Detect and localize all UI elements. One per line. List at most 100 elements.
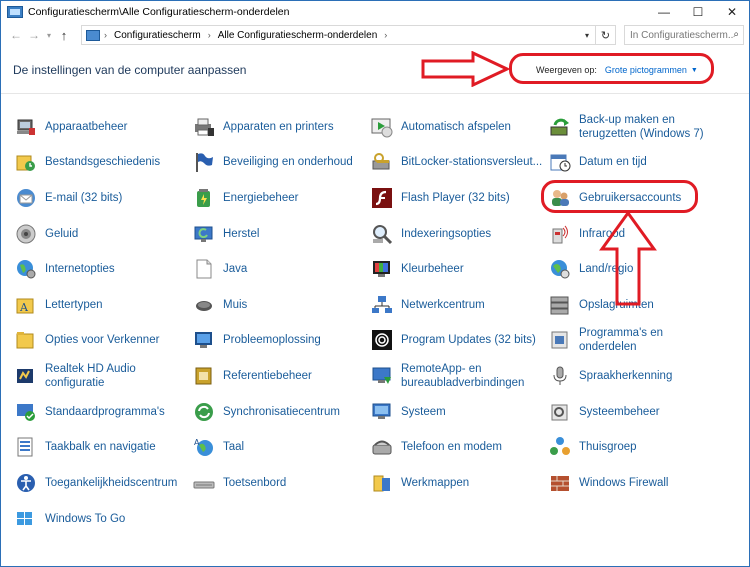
- item-program-updates[interactable]: Program Updates (32 bits): [371, 325, 536, 355]
- item-language[interactable]: A Taal: [193, 432, 244, 462]
- system-icon: [371, 401, 393, 423]
- item-java[interactable]: Java: [193, 254, 247, 284]
- credential-manager-icon: [193, 365, 215, 387]
- item-homegroup[interactable]: Thuisgroep: [549, 432, 637, 462]
- item-label: Indexeringsopties: [401, 228, 492, 240]
- item-flash-player[interactable]: Flash Player (32 bits): [371, 183, 510, 213]
- item-recovery[interactable]: Herstel: [193, 219, 259, 249]
- item-label: Herstel: [223, 228, 260, 240]
- security-flag-icon: [193, 151, 215, 173]
- item-label: Programma's en onderdelen: [579, 327, 664, 353]
- bitlocker-icon: [371, 151, 393, 173]
- item-device-manager[interactable]: Apparaatbeheer: [15, 112, 127, 142]
- svg-text:A: A: [19, 301, 29, 314]
- item-label: Standaardprogramma's: [45, 406, 165, 418]
- item-security-maintenance[interactable]: Beveiliging en onderhoud: [193, 147, 353, 177]
- backup-icon: [549, 116, 571, 138]
- infrared-icon: [549, 223, 571, 245]
- item-system[interactable]: Systeem: [371, 397, 446, 427]
- item-remoteapp[interactable]: RemoteApp- en bureaubladverbindingen: [371, 361, 524, 391]
- java-icon: [193, 258, 215, 280]
- date-time-icon: [549, 151, 571, 173]
- item-label: Lettertypen: [45, 299, 103, 311]
- item-network-center[interactable]: Netwerkcentrum: [371, 290, 485, 320]
- item-windows-to-go[interactable]: Windows To Go: [15, 504, 125, 534]
- windows-firewall-icon: [549, 472, 571, 494]
- item-explorer-options[interactable]: Opties voor Verkenner: [15, 325, 159, 355]
- item-sound[interactable]: Geluid: [15, 219, 78, 249]
- item-label: Thuisgroep: [579, 441, 637, 453]
- region-icon: [549, 258, 571, 280]
- item-taskbar[interactable]: Taakbalk en navigatie: [15, 432, 156, 462]
- item-label: Spraakherkenning: [579, 370, 673, 382]
- item-backup-restore[interactable]: Back-up maken en terugzetten (Windows 7): [549, 112, 704, 142]
- phone-modem-icon: [371, 436, 393, 458]
- svg-text:A: A: [194, 438, 200, 447]
- item-bitlocker[interactable]: BitLocker-stationsversleut...: [371, 147, 542, 177]
- item-credential-manager[interactable]: Referentiebeheer: [193, 361, 312, 391]
- item-label: Netwerkcentrum: [401, 299, 485, 311]
- device-manager-icon: [15, 116, 37, 138]
- troubleshooting-icon: [193, 329, 215, 351]
- fonts-icon: A: [15, 294, 37, 316]
- item-color-management[interactable]: Kleurbeheer: [371, 254, 464, 284]
- item-mouse[interactable]: Muis: [193, 290, 247, 320]
- item-label: Systeem: [401, 406, 446, 418]
- work-folders-icon: [371, 472, 393, 494]
- network-center-icon: [371, 294, 393, 316]
- item-fonts[interactable]: A Lettertypen: [15, 290, 103, 320]
- item-file-history[interactable]: Bestandsgeschiedenis: [15, 147, 160, 177]
- item-realtek-audio[interactable]: Realtek HD Audio configuratie: [15, 361, 136, 391]
- right-arrow-annotation-icon: [421, 51, 511, 87]
- autoplay-icon: [371, 116, 393, 138]
- item-internet-options[interactable]: Internetopties: [15, 254, 115, 284]
- item-label: Windows Firewall: [579, 477, 669, 489]
- item-label: Energiebeheer: [223, 192, 299, 204]
- item-label: Taal: [223, 441, 245, 453]
- item-label: Flash Player (32 bits): [401, 192, 510, 204]
- mouse-icon: [193, 294, 215, 316]
- item-power-options[interactable]: Energiebeheer: [193, 183, 298, 213]
- item-ease-of-access[interactable]: Toegankelijkheidscentrum: [15, 468, 177, 498]
- item-label: Synchronisatiecentrum: [223, 406, 340, 418]
- ease-of-access-icon: [15, 472, 37, 494]
- homegroup-icon: [549, 436, 571, 458]
- item-label: Bestandsgeschiedenis: [45, 156, 161, 168]
- administrative-tools-icon: [549, 401, 571, 423]
- email-icon: [15, 187, 37, 209]
- item-devices-printers[interactable]: Apparaten en printers: [193, 112, 334, 142]
- programs-features-icon: [549, 329, 571, 351]
- item-label: Muis: [223, 299, 248, 311]
- user-accounts-highlight-oval: [541, 180, 698, 213]
- item-troubleshooting[interactable]: Probleemoplossing: [193, 325, 321, 355]
- item-programs-features[interactable]: Programma's en onderdelen: [549, 325, 663, 355]
- item-label: Kleurbeheer: [401, 263, 464, 275]
- item-autoplay[interactable]: Automatisch afspelen: [371, 112, 511, 142]
- item-default-programs[interactable]: Standaardprogramma's: [15, 397, 165, 427]
- item-label: Telefoon en modem: [401, 441, 503, 453]
- remoteapp-icon: [371, 365, 393, 387]
- item-label: Toegankelijkheidscentrum: [45, 477, 178, 489]
- item-label: Toetsenbord: [223, 477, 287, 489]
- item-label: Taakbalk en navigatie: [45, 441, 156, 453]
- item-label: Automatisch afspelen: [401, 121, 511, 133]
- item-label: Datum en tijd: [579, 156, 647, 168]
- item-date-time[interactable]: Datum en tijd: [549, 147, 647, 177]
- internet-options-icon: [15, 258, 37, 280]
- item-label: Apparaatbeheer: [45, 121, 128, 133]
- item-windows-firewall[interactable]: Windows Firewall: [549, 468, 668, 498]
- flash-player-icon: [371, 187, 393, 209]
- item-indexing-options[interactable]: Indexeringsopties: [371, 219, 491, 249]
- item-administrative-tools[interactable]: Systeembeheer: [549, 397, 660, 427]
- item-speech-recognition[interactable]: Spraakherkenning: [549, 361, 672, 391]
- item-sync-center[interactable]: Synchronisatiecentrum: [193, 397, 340, 427]
- item-phone-modem[interactable]: Telefoon en modem: [371, 432, 502, 462]
- item-label: Werkmappen: [401, 477, 470, 489]
- item-email[interactable]: E-mail (32 bits): [15, 183, 122, 213]
- item-keyboard[interactable]: Toetsenbord: [193, 468, 286, 498]
- item-label: Program Updates (32 bits): [401, 334, 536, 346]
- storage-spaces-icon: [549, 294, 571, 316]
- item-label: Beveiliging en onderhoud: [223, 156, 353, 168]
- recovery-icon: [193, 223, 215, 245]
- item-work-folders[interactable]: Werkmappen: [371, 468, 469, 498]
